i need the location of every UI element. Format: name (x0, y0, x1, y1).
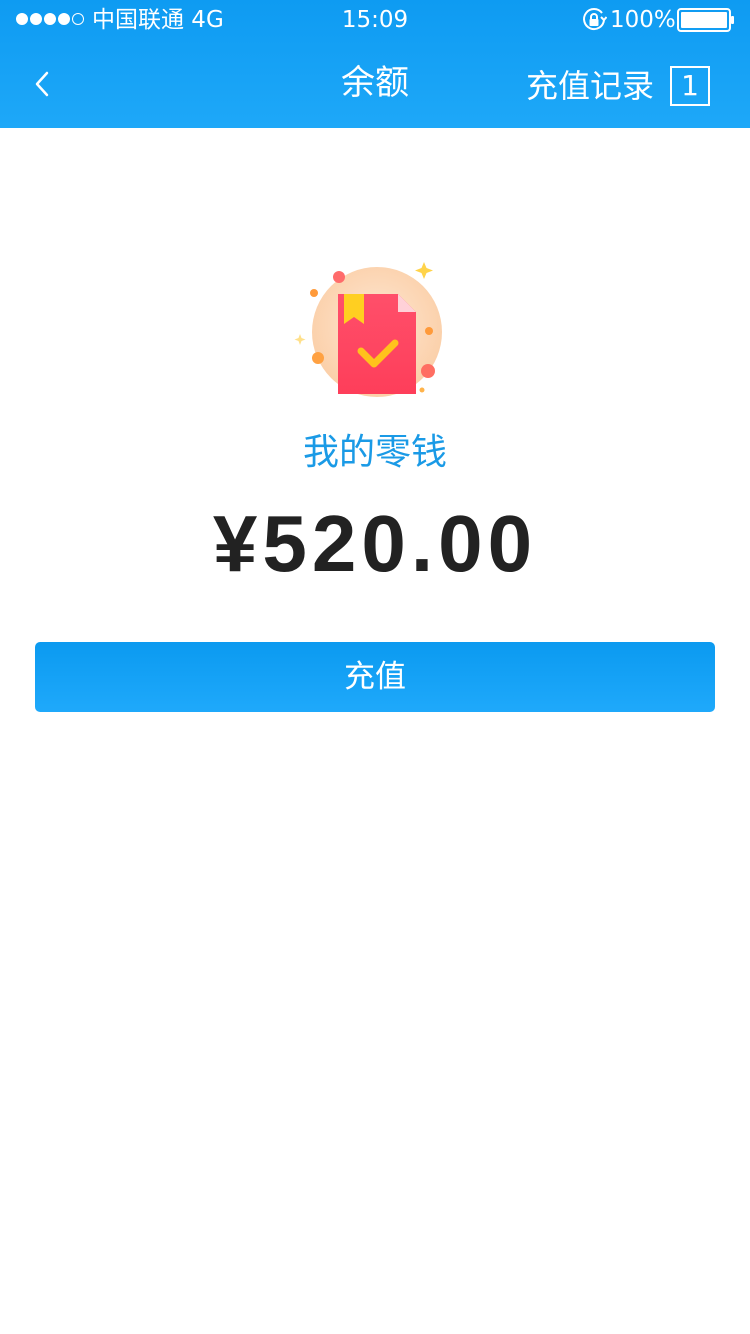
records-count-badge[interactable]: 1 (670, 66, 710, 106)
header: 中国联通 4G 15:09 100% 余额 充值记录 1 (0, 0, 750, 128)
recharge-records-link[interactable]: 充值记录 (526, 64, 654, 108)
battery-fill (681, 12, 727, 28)
recharge-button[interactable]: 充值 (35, 642, 715, 712)
chevron-left-icon (35, 71, 49, 97)
battery-percent: 100% (610, 7, 676, 33)
battery-icon (677, 8, 735, 32)
wallet-label: 我的零钱 (302, 432, 447, 473)
status-bar: 中国联通 4G 15:09 100% (0, 0, 750, 40)
wallet-checkmark-icon (290, 258, 460, 408)
orientation-lock-icon (581, 7, 608, 33)
balance-amount: ¥520.00 (212, 499, 538, 588)
navigation-bar: 余额 充值记录 1 (0, 40, 750, 128)
back-button[interactable] (22, 62, 62, 106)
